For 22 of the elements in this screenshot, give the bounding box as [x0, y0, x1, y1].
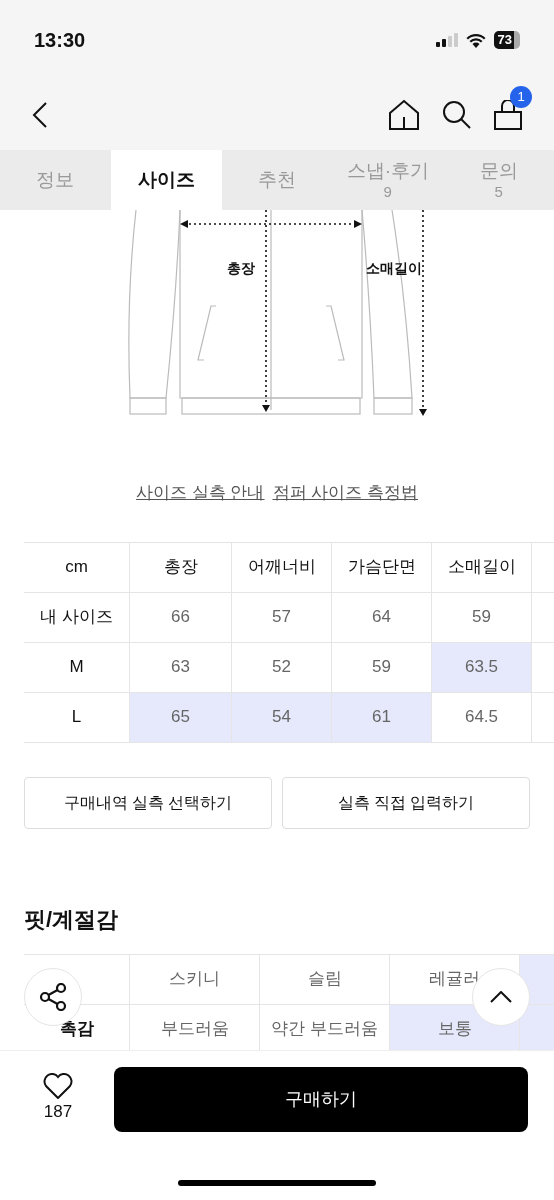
diagram-label: 소매길이: [366, 259, 422, 278]
column-header: 가슴단면: [332, 542, 432, 592]
column-header: cm: [24, 542, 130, 592]
like-count: 187: [43, 1101, 73, 1123]
battery-icon: 73: [493, 31, 520, 49]
action-button[interactable]: 실측 직접 입력하기: [282, 776, 530, 829]
action-button[interactable]: 구매내역 실측 선택하기: [24, 776, 272, 829]
table-cell: 65: [130, 692, 232, 742]
status-time: 13:30: [34, 28, 86, 53]
section-title: 핏/계절감: [24, 905, 120, 934]
table-cell: 63.5: [432, 642, 532, 692]
buy-button[interactable]: 구매하기: [114, 1067, 528, 1132]
guide-link[interactable]: 사이즈 실측 안내: [136, 480, 265, 506]
guide-link[interactable]: 점퍼 사이즈 측정법: [272, 480, 418, 506]
column-header: 어깨너비: [232, 542, 332, 592]
table-cell: 61: [332, 692, 432, 742]
tab[interactable]: 사이즈: [110, 150, 222, 210]
column-header: 소매길이: [432, 542, 532, 592]
diagram-label: 총장: [227, 259, 255, 278]
column-header: 총장: [130, 542, 232, 592]
cart-badge: 1: [510, 86, 532, 108]
table-cell: 54: [232, 692, 332, 742]
